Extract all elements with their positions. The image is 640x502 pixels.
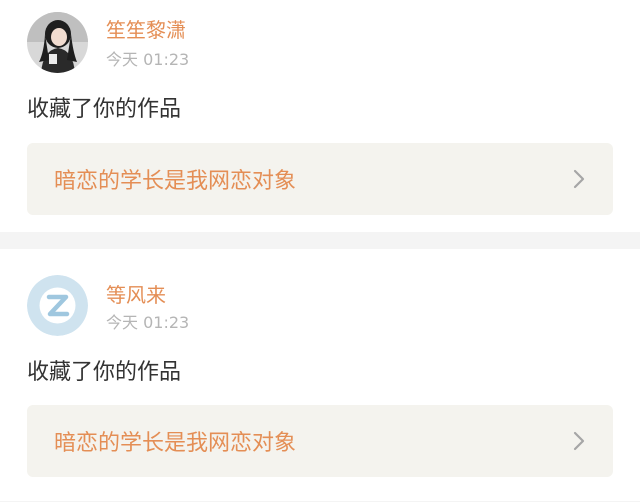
work-title: 暗恋的学长是我网恋对象 — [54, 169, 297, 194]
user-avatar[interactable] — [27, 275, 88, 336]
work-link[interactable]: 暗恋的学长是我网恋对象 — [27, 405, 613, 477]
timestamp: 今天 01:23 — [106, 313, 190, 332]
default-avatar-icon — [27, 275, 88, 336]
action-text: 收藏了你的作品 — [27, 97, 182, 122]
username[interactable]: 等风来 — [106, 283, 166, 307]
chevron-right-icon — [559, 405, 599, 477]
work-link[interactable]: 暗恋的学长是我网恋对象 — [27, 143, 613, 215]
notification-card: 等风来 今天 01:23 收藏了你的作品 暗恋的学长是我网恋对象 — [0, 249, 640, 501]
user-avatar[interactable] — [27, 12, 88, 73]
username[interactable]: 笙笙黎潇 — [106, 18, 186, 42]
chevron-right-icon — [559, 143, 599, 215]
timestamp: 今天 01:23 — [106, 50, 190, 69]
work-title: 暗恋的学长是我网恋对象 — [54, 431, 297, 456]
notification-card: 笙笙黎潇 今天 01:23 收藏了你的作品 暗恋的学长是我网恋对象 — [0, 0, 640, 232]
notification-feed: 笙笙黎潇 今天 01:23 收藏了你的作品 暗恋的学长是我网恋对象 等风来 今天… — [0, 0, 640, 501]
user-photo-icon — [27, 12, 88, 73]
action-text: 收藏了你的作品 — [27, 360, 182, 385]
